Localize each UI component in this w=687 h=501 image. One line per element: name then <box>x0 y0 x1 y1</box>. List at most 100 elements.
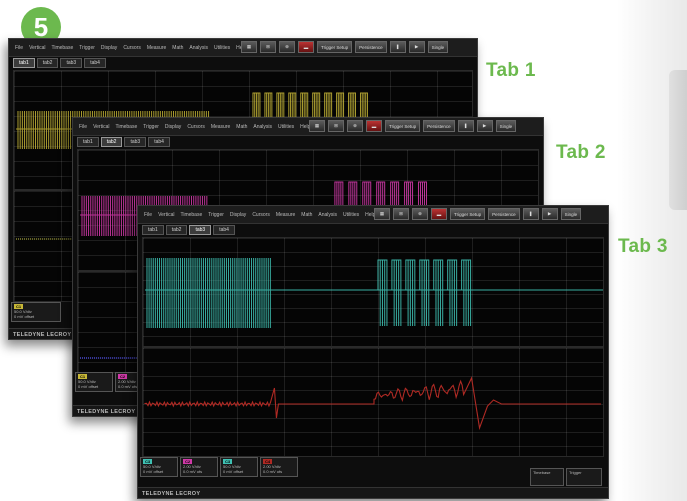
menu-measure[interactable]: Measure <box>211 124 230 130</box>
menu-math[interactable]: Math <box>172 45 183 51</box>
menu-display[interactable]: Display <box>101 45 117 51</box>
menu-file[interactable]: File <box>79 124 87 130</box>
autoset-icon[interactable]: ▦ <box>374 208 390 220</box>
zoom-icon[interactable]: ⊕ <box>347 120 363 132</box>
background-panel-edge <box>669 70 687 210</box>
cyan-trace <box>144 258 603 328</box>
menu-display[interactable]: Display <box>230 212 246 218</box>
scope-window-tab3: File Vertical Timebase Trigger Display C… <box>137 205 609 499</box>
tab-4[interactable]: tab4 <box>84 58 106 68</box>
stop-icon[interactable]: ▬ <box>298 41 314 53</box>
channel-box-c2[interactable]: C2 2.00 V/div 0.0 mV ofs <box>180 457 218 477</box>
tab-label-2: Tab 2 <box>556 142 606 163</box>
brand-logo: TELEDYNE LECROY <box>77 409 136 415</box>
tab-3[interactable]: tab3 <box>124 137 147 147</box>
menu-math[interactable]: Math <box>236 124 247 130</box>
menu-analysis[interactable]: Analysis <box>318 212 337 218</box>
toolbar: ▦ ⊞ ⊕ ▬ Trigger Setup Persistence ❚ ▶ Si… <box>309 120 517 132</box>
brand-logo: TELEDYNE LECROY <box>13 332 72 338</box>
channel-box-c1[interactable]: C1 50.0 V/div 0 mV offset <box>11 302 61 322</box>
menu-bar: File Vertical Timebase Trigger Display C… <box>138 206 608 224</box>
measure-icon[interactable]: ⊞ <box>393 208 409 220</box>
channel-box-c4[interactable]: C4 2.00 V/div 0.0 mV ofs <box>260 457 298 477</box>
menu-file[interactable]: File <box>144 212 152 218</box>
channel-values: 2.00 V/div 0.0 mV ofs <box>183 464 203 474</box>
menu-vertical[interactable]: Vertical <box>29 45 45 51</box>
pause-icon[interactable]: ❚ <box>457 120 474 132</box>
tab-1[interactable]: tab1 <box>77 137 99 147</box>
waveform-grid-upper <box>142 237 604 347</box>
menu-trigger[interactable]: Trigger <box>208 212 224 218</box>
menu-bar: File Vertical Timebase Trigger Display C… <box>9 39 477 57</box>
menu-bar: File Vertical Timebase Trigger Display C… <box>73 118 543 136</box>
menu-cursors[interactable]: Cursors <box>252 212 270 218</box>
single-button[interactable]: Single <box>560 208 582 220</box>
channel-box-c1[interactable]: C3 50.0 V/div 0 mV offset <box>140 457 178 477</box>
tab-1[interactable]: tab1 <box>142 225 164 235</box>
tab-2[interactable]: tab2 <box>36 58 59 68</box>
tab-2[interactable]: tab2 <box>100 137 123 147</box>
tab-4[interactable]: tab4 <box>213 225 235 235</box>
channel-values: 2.00 V/div 0.0 mV ofs <box>263 464 283 474</box>
brand-logo: TELEDYNE LECROY <box>142 491 201 497</box>
measure-icon[interactable]: ⊞ <box>260 41 276 53</box>
stop-icon[interactable]: ▬ <box>366 120 382 132</box>
zoom-icon[interactable]: ⊕ <box>279 41 295 53</box>
menu-math[interactable]: Math <box>301 212 312 218</box>
menu-analysis[interactable]: Analysis <box>189 45 208 51</box>
single-button[interactable]: Single <box>427 41 449 53</box>
tab-3[interactable]: tab3 <box>60 58 83 68</box>
menu-file[interactable]: File <box>15 45 23 51</box>
waveform-grid-lower <box>142 347 604 457</box>
persistence-button[interactable]: Persistence <box>488 208 520 220</box>
menu-trigger[interactable]: Trigger <box>79 45 95 51</box>
channel-values: 50.0 V/div 0 mV offset <box>78 379 99 389</box>
trigger-setup-button[interactable]: Trigger Setup <box>450 208 486 220</box>
channel-values: 50.0 V/div 0 mV offset <box>143 464 164 474</box>
menu-analysis[interactable]: Analysis <box>253 124 272 130</box>
single-button[interactable]: Single <box>495 120 517 132</box>
tab-3[interactable]: tab3 <box>189 225 212 235</box>
menu-vertical[interactable]: Vertical <box>93 124 109 130</box>
menu-timebase[interactable]: Timebase <box>115 124 137 130</box>
tab-4[interactable]: tab4 <box>148 137 170 147</box>
channel-box-c3[interactable]: C3 50.0 V/div 0 mV offset <box>220 457 258 477</box>
persistence-button[interactable]: Persistence <box>355 41 387 53</box>
stop-icon[interactable]: ▬ <box>431 208 447 220</box>
menu-utilities[interactable]: Utilities <box>343 212 359 218</box>
pause-icon[interactable]: ❚ <box>522 208 539 220</box>
autoset-icon[interactable]: ▦ <box>241 41 257 53</box>
window-tab-row: tab1 tab2 tab3 tab4 <box>13 58 106 68</box>
menu-display[interactable]: Display <box>165 124 181 130</box>
persistence-button[interactable]: Persistence <box>423 120 455 132</box>
channel-box-c1[interactable]: C1 50.0 V/div 0 mV offset <box>75 372 113 392</box>
menu-measure[interactable]: Measure <box>147 45 166 51</box>
tab-2[interactable]: tab2 <box>165 225 188 235</box>
play-icon[interactable]: ▶ <box>408 41 425 53</box>
timebase-box[interactable]: Timebase <box>530 468 564 486</box>
menu-utilities[interactable]: Utilities <box>214 45 230 51</box>
menu-timebase[interactable]: Timebase <box>51 45 73 51</box>
autoset-icon[interactable]: ▦ <box>309 120 325 132</box>
trigger-box[interactable]: Trigger <box>566 468 602 486</box>
menu-timebase[interactable]: Timebase <box>180 212 202 218</box>
status-bar: TELEDYNE LECROY <box>138 487 608 498</box>
measure-icon[interactable]: ⊞ <box>328 120 344 132</box>
trigger-setup-button[interactable]: Trigger Setup <box>317 41 353 53</box>
menu-cursors[interactable]: Cursors <box>123 45 141 51</box>
tab-1[interactable]: tab1 <box>13 58 35 68</box>
play-icon[interactable]: ▶ <box>541 208 558 220</box>
trigger-setup-button[interactable]: Trigger Setup <box>385 120 421 132</box>
menu-items: File Vertical Timebase Trigger Display C… <box>73 124 310 130</box>
tab-label-1: Tab 1 <box>486 60 536 81</box>
menu-vertical[interactable]: Vertical <box>158 212 174 218</box>
menu-trigger[interactable]: Trigger <box>143 124 159 130</box>
menu-cursors[interactable]: Cursors <box>187 124 205 130</box>
toolbar: ▦ ⊞ ⊕ ▬ Trigger Setup Persistence ❚ ▶ Si… <box>241 41 449 53</box>
zoom-icon[interactable]: ⊕ <box>412 208 428 220</box>
channel-values: 50.0 V/div 0 mV offset <box>14 309 35 319</box>
pause-icon[interactable]: ❚ <box>389 41 406 53</box>
play-icon[interactable]: ▶ <box>476 120 493 132</box>
menu-measure[interactable]: Measure <box>276 212 295 218</box>
menu-utilities[interactable]: Utilities <box>278 124 294 130</box>
